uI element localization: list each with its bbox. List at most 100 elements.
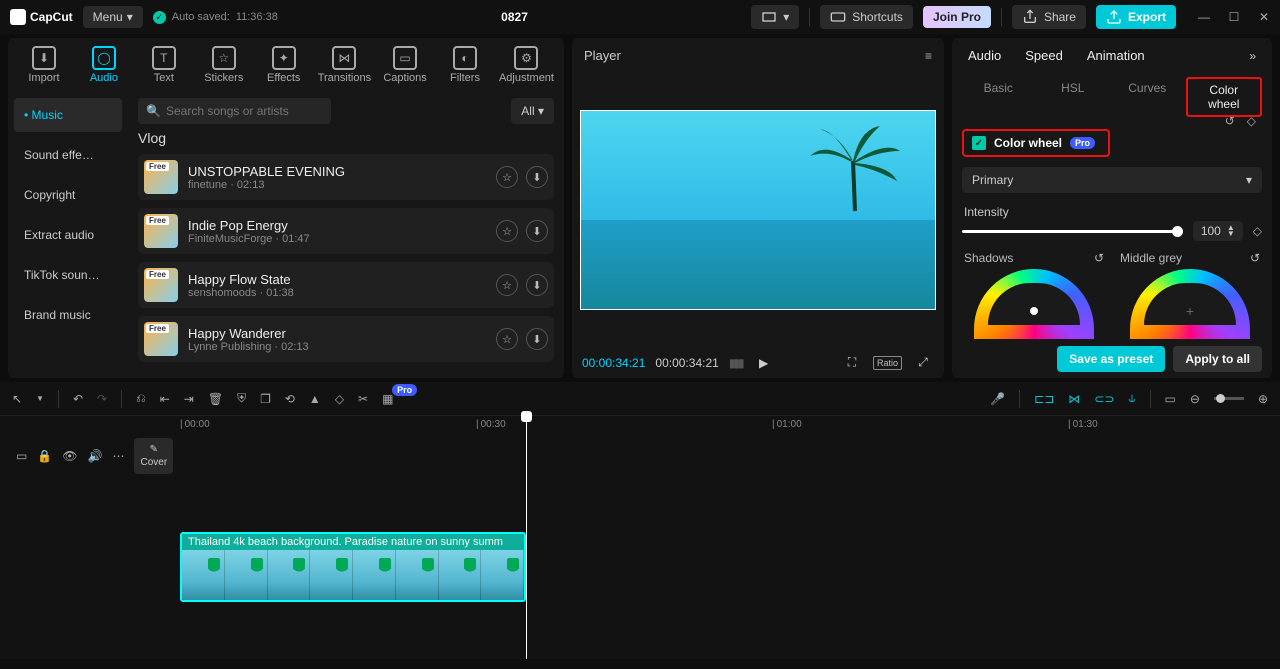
- trim-left-icon[interactable]: ⇤: [160, 392, 170, 406]
- intensity-slider[interactable]: [962, 230, 1183, 233]
- media-tab-import[interactable]: ⬇Import: [16, 42, 72, 88]
- zoom-out-icon[interactable]: ⊖: [1190, 392, 1200, 406]
- menu-button[interactable]: Menu ▾: [83, 6, 143, 28]
- trim-right-icon[interactable]: ⇥: [184, 392, 194, 406]
- fullscreen-icon[interactable]: ⤢: [912, 355, 934, 370]
- media-tab-adjustment[interactable]: ⚙Adjustment: [497, 42, 556, 88]
- magnet-icon[interactable]: ⊏⊐: [1034, 392, 1054, 406]
- subtab-color-wheel[interactable]: Color wheel: [1186, 77, 1263, 117]
- diamond-icon[interactable]: ◇: [1253, 224, 1262, 238]
- shadows-wheel[interactable]: [974, 269, 1094, 339]
- category-copyright[interactable]: Copyright: [14, 178, 122, 212]
- ratio-button[interactable]: Ratio: [873, 356, 902, 370]
- stepper-icon[interactable]: ▲▼: [1227, 225, 1235, 237]
- minimize-button[interactable]: —: [1198, 10, 1210, 24]
- aspect-button[interactable]: ▾: [751, 5, 799, 29]
- delete-tool[interactable]: 🗑: [208, 392, 223, 406]
- split-tool[interactable]: ⎌: [136, 391, 146, 406]
- category-music[interactable]: Music: [14, 98, 122, 132]
- video-preview[interactable]: [576, 73, 940, 347]
- track-item[interactable]: FreeIndie Pop EnergyFiniteMusicForge · 0…: [138, 208, 554, 254]
- category-sound-effe-[interactable]: Sound effe…: [14, 138, 122, 172]
- snap-icon[interactable]: ⊂⊃: [1094, 392, 1114, 406]
- crop-icon[interactable]: ⛶: [841, 355, 863, 370]
- tab-speed[interactable]: Speed: [1025, 48, 1063, 63]
- save-preset-button[interactable]: Save as preset: [1057, 346, 1165, 372]
- reset-icon[interactable]: ↺: [1225, 114, 1235, 128]
- chevron-down-icon[interactable]: ▼: [36, 394, 44, 403]
- close-button[interactable]: ✕: [1258, 10, 1270, 24]
- fit-icon[interactable]: ▭: [1165, 392, 1176, 406]
- tab-audio[interactable]: Audio: [968, 48, 1001, 63]
- media-tab-stickers[interactable]: ☆Stickers: [196, 42, 252, 88]
- zoom-slider[interactable]: [1214, 397, 1244, 400]
- media-tab-text[interactable]: TText: [136, 42, 192, 88]
- diamond-icon[interactable]: ◇: [1247, 114, 1256, 128]
- collapse-icon[interactable]: ▭: [16, 449, 27, 463]
- mute-icon[interactable]: 🔊: [88, 449, 103, 463]
- search-input[interactable]: [138, 98, 331, 124]
- shield-icon[interactable]: ⛨: [237, 391, 246, 406]
- linkage-icon[interactable]: ⋈: [1068, 392, 1080, 406]
- media-tab-audio[interactable]: ◯Audio: [76, 42, 132, 88]
- expand-icon[interactable]: »: [1249, 49, 1256, 63]
- favorite-button[interactable]: ☆: [496, 274, 518, 296]
- primary-select[interactable]: Primary ▾: [962, 167, 1262, 193]
- reverse-icon[interactable]: ⟲: [285, 392, 295, 406]
- tab-animation[interactable]: Animation: [1087, 48, 1145, 63]
- player-menu-icon[interactable]: ≡: [925, 49, 932, 63]
- favorite-button[interactable]: ☆: [496, 220, 518, 242]
- media-tab-transitions[interactable]: ⋈Transitions: [316, 42, 373, 88]
- ai-tool[interactable]: ▦Pro: [382, 392, 393, 406]
- apply-all-button[interactable]: Apply to all: [1173, 346, 1262, 372]
- track-item[interactable]: FreeUNSTOPPABLE EVENINGfinetune · 02:13☆…: [138, 154, 554, 200]
- subtab-curves[interactable]: Curves: [1111, 77, 1184, 117]
- zoom-in-icon[interactable]: ⊕: [1258, 392, 1268, 406]
- rotate-icon[interactable]: ◇: [335, 392, 344, 406]
- mic-icon[interactable]: 🎤: [990, 392, 1005, 406]
- pointer-tool[interactable]: ↖: [12, 392, 22, 406]
- intensity-value[interactable]: 100 ▲▼: [1193, 221, 1243, 241]
- category-extract-audio[interactable]: Extract audio: [14, 218, 122, 252]
- copy-icon[interactable]: ❐: [260, 392, 271, 406]
- reset-icon[interactable]: ↺: [1250, 251, 1260, 265]
- more-icon[interactable]: ⋯: [112, 449, 124, 463]
- play-button[interactable]: ▶: [753, 356, 775, 370]
- category-brand-music[interactable]: Brand music: [14, 298, 122, 332]
- download-button[interactable]: ⬇: [526, 166, 548, 188]
- undo-button[interactable]: ↶: [73, 392, 83, 406]
- share-button[interactable]: Share: [1012, 5, 1086, 29]
- columns-icon[interactable]: ▮▮▮: [729, 356, 743, 370]
- media-tab-filters[interactable]: ◐Filters: [437, 42, 493, 88]
- video-clip[interactable]: Thailand 4k beach background. Paradise n…: [180, 532, 526, 602]
- subtab-basic[interactable]: Basic: [962, 77, 1035, 117]
- download-button[interactable]: ⬇: [526, 220, 548, 242]
- reset-icon[interactable]: ↺: [1094, 251, 1104, 265]
- download-button[interactable]: ⬇: [526, 328, 548, 350]
- crop-tool[interactable]: ✂: [358, 392, 368, 406]
- preview-axis-icon[interactable]: ⫝: [1128, 391, 1135, 406]
- subtab-hsl[interactable]: HSL: [1037, 77, 1110, 117]
- lock-icon[interactable]: 🔒: [37, 449, 52, 463]
- category-tiktok-soun-[interactable]: TikTok soun…: [14, 258, 122, 292]
- mirror-icon[interactable]: ▲: [309, 392, 321, 406]
- export-button[interactable]: Export: [1096, 5, 1176, 29]
- shortcuts-button[interactable]: Shortcuts: [820, 5, 913, 29]
- checkbox-icon[interactable]: ✓: [972, 136, 986, 150]
- maximize-button[interactable]: ☐: [1228, 10, 1240, 24]
- redo-button[interactable]: ↷: [97, 392, 107, 406]
- time-ruler[interactable]: 00:00 00:30 01:00 01:30: [0, 416, 1280, 438]
- playhead[interactable]: [526, 416, 527, 659]
- favorite-button[interactable]: ☆: [496, 328, 518, 350]
- filter-all-button[interactable]: All ▾: [511, 98, 554, 124]
- color-wheel-toggle[interactable]: ✓ Color wheel Pro: [962, 129, 1110, 157]
- project-title[interactable]: 0827: [501, 10, 528, 24]
- track-item[interactable]: FreeHappy Flow Statesenshomoods · 01:38☆…: [138, 262, 554, 308]
- media-tab-captions[interactable]: ▭Captions: [377, 42, 433, 88]
- eye-icon[interactable]: 👁: [62, 449, 77, 463]
- favorite-button[interactable]: ☆: [496, 166, 518, 188]
- cover-button[interactable]: ✎ Cover: [134, 438, 173, 474]
- download-button[interactable]: ⬇: [526, 274, 548, 296]
- media-tab-effects[interactable]: ✦Effects: [256, 42, 312, 88]
- track-item[interactable]: FreeHappy WandererLynne Publishing · 02:…: [138, 316, 554, 362]
